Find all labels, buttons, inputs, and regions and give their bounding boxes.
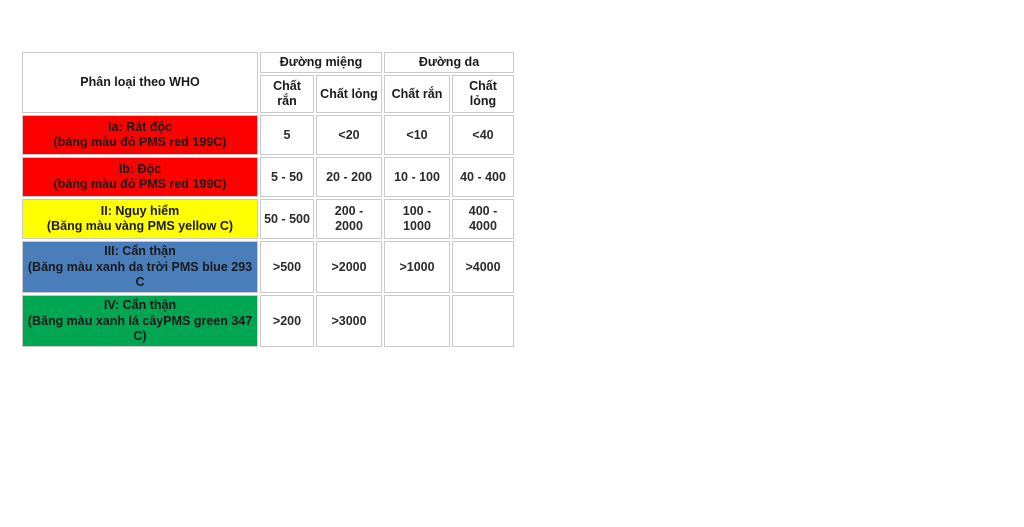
- column-header-oral-liquid: Chất lỏng: [316, 75, 382, 114]
- column-header-dermal-solid: Chất rắn: [384, 75, 450, 114]
- classification-band-iii: (Băng màu xanh da trời PMS blue 293 C: [27, 259, 253, 289]
- value-ia-oral-solid: 5: [260, 115, 314, 156]
- table-body: Ia: Rất độc (băng màu đỏ PMS red 199C) 5…: [22, 115, 514, 348]
- column-header-oral-solid: Chất rắn: [260, 75, 314, 114]
- value-ia-oral-liquid: <20: [316, 115, 382, 156]
- column-header-dermal-liquid: Chất lỏng: [452, 75, 514, 114]
- value-ii-dermal-liquid: 400 - 4000: [452, 199, 514, 240]
- classification-cell-iv: IV: Cẩn thận (Băng màu xanh lá câyPMS gr…: [22, 295, 258, 348]
- table-row: II: Nguy hiểm (Băng màu vàng PMS yellow …: [22, 199, 514, 240]
- value-iv-dermal-solid: [384, 295, 450, 348]
- oral-solid-label-line2: rắn: [277, 94, 297, 109]
- column-group-header-dermal: Đường da: [384, 52, 514, 74]
- table-row: Ia: Rất độc (băng màu đỏ PMS red 199C) 5…: [22, 115, 514, 156]
- value-ia-dermal-liquid: <40: [452, 115, 514, 156]
- value-iv-oral-solid: >200: [260, 295, 314, 348]
- dermal-liquid-label-line1: Chất: [469, 79, 497, 93]
- classification-title-iii: III: Cẩn thận: [104, 244, 176, 259]
- value-ib-dermal-solid: 10 - 100: [384, 157, 450, 198]
- value-iii-dermal-liquid: >4000: [452, 241, 514, 294]
- oral-solid-label-line1: Chất: [273, 79, 301, 93]
- value-iv-oral-liquid: >3000: [316, 295, 382, 348]
- classification-cell-ii: II: Nguy hiểm (Băng màu vàng PMS yellow …: [22, 199, 258, 240]
- classification-title-ia: Ia: Rất độc: [108, 120, 172, 134]
- dermal-solid-label: Chất rắn: [391, 86, 443, 101]
- value-ia-dermal-solid: <10: [384, 115, 450, 156]
- classification-band-ia: (băng màu đỏ PMS red 199C): [53, 135, 227, 150]
- value-ii-oral-solid: 50 - 500: [260, 199, 314, 240]
- column-header-classification: Phân loại theo WHO: [22, 52, 258, 114]
- value-iii-oral-solid: >500: [260, 241, 314, 294]
- value-ib-oral-solid: 5 - 50: [260, 157, 314, 198]
- classification-title-ib: Ib: Độc: [118, 162, 162, 176]
- classification-band-ib: (băng màu đỏ PMS red 199C): [53, 177, 227, 192]
- toxicity-classification-table-container: Phân loại theo WHO Đường miệng Đường da …: [20, 50, 516, 349]
- classification-title-ii: II: Nguy hiểm: [100, 204, 180, 218]
- column-group-header-oral: Đường miệng: [260, 52, 382, 74]
- oral-liquid-label-line2: lỏng: [351, 86, 378, 101]
- value-ii-dermal-solid: 100 - 1000: [384, 199, 450, 240]
- classification-band-iv: (Băng màu xanh lá câyPMS green 347 C): [27, 313, 253, 343]
- dermal-liquid-label-line2: lỏng: [469, 94, 497, 109]
- value-iii-dermal-solid: >1000: [384, 241, 450, 294]
- value-ib-oral-liquid: 20 - 200: [316, 157, 382, 198]
- classification-cell-ib: Ib: Độc (băng màu đỏ PMS red 199C): [22, 157, 258, 198]
- classification-cell-ia: Ia: Rất độc (băng màu đỏ PMS red 199C): [22, 115, 258, 156]
- table-row: IV: Cẩn thận (Băng màu xanh lá câyPMS gr…: [22, 295, 514, 348]
- table-header-row-groups: Phân loại theo WHO Đường miệng Đường da: [22, 52, 514, 114]
- value-ii-oral-liquid: 200 - 2000: [316, 199, 382, 240]
- value-iii-oral-liquid: >2000: [316, 241, 382, 294]
- value-iv-dermal-liquid: [452, 295, 514, 348]
- who-toxicity-classification-table: Phân loại theo WHO Đường miệng Đường da …: [20, 50, 516, 349]
- classification-cell-iii: III: Cẩn thận (Băng màu xanh da trời PMS…: [22, 241, 258, 294]
- table-row: III: Cẩn thận (Băng màu xanh da trời PMS…: [22, 241, 514, 294]
- table-row: Ib: Độc (băng màu đỏ PMS red 199C) 5 - 5…: [22, 157, 514, 198]
- classification-title-iv: IV: Cẩn thận: [103, 298, 177, 313]
- value-ib-dermal-liquid: 40 - 400: [452, 157, 514, 198]
- oral-liquid-label-line1: Chất: [320, 86, 348, 101]
- table-header: Phân loại theo WHO Đường miệng Đường da …: [22, 52, 514, 114]
- classification-band-ii: (Băng màu vàng PMS yellow C): [46, 219, 234, 234]
